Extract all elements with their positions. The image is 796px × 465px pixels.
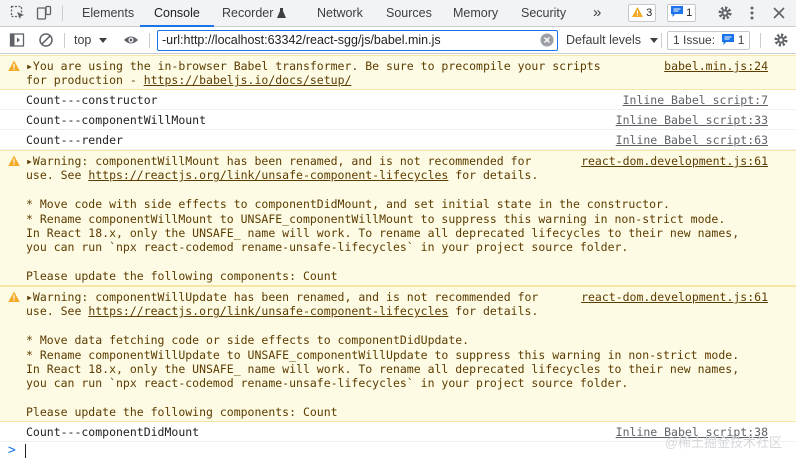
devtools-tab-bar: Elements Console Recorder Network Source…: [0, 0, 796, 27]
recorder-flask-icon: [276, 8, 286, 18]
message-line: * Rename componentWillUpdate to UNSAFE_c…: [26, 347, 740, 362]
warning-icon: [8, 291, 20, 302]
warning-icon: [8, 60, 20, 71]
message-line: Please update the following components: …: [26, 269, 338, 284]
console-settings-gear-icon[interactable]: [773, 32, 789, 48]
message-line: use. See: [26, 168, 89, 183]
more-options-icon[interactable]: [744, 5, 760, 21]
messages-badge[interactable]: 1: [667, 4, 697, 22]
console-warning: ▸You are using the in-browser Babel tran…: [0, 55, 796, 90]
message-line: you can run `npx react-codemod rename-un…: [26, 240, 629, 255]
react-lifecycles-link[interactable]: https://reactjs.org/link/unsafe-componen…: [88, 304, 448, 318]
chevron-down-icon: [649, 38, 658, 43]
message-line: * Rename componentWillMount to UNSAFE_co…: [26, 211, 726, 226]
warning-text[interactable]: ▸You are using the in-browser Babel tran…: [26, 59, 601, 88]
log-text: Count---constructor: [26, 93, 158, 107]
console-toolbar: top -url:http://localhost:63342/react-sg…: [0, 27, 796, 54]
message-line: In React 18.x, only the UNSAFE_ name wil…: [26, 226, 740, 241]
warning-icon: [8, 155, 20, 166]
log-levels-dropdown[interactable]: Default levels: [566, 33, 658, 47]
console-log: Count---constructor Inline Babel script:…: [0, 90, 796, 110]
warnings-count: 3: [646, 7, 653, 19]
toolbar-divider: [149, 33, 150, 48]
filter-input[interactable]: -url:http://localhost:63342/react-sgg/js…: [157, 30, 558, 51]
tab-network[interactable]: Network: [317, 0, 363, 26]
source-link[interactable]: babel.min.js:24: [664, 59, 768, 73]
tab-console[interactable]: Console: [140, 0, 214, 27]
tab-elements[interactable]: Elements: [82, 0, 134, 26]
message-line: * Move code with side effects to compone…: [26, 197, 670, 212]
message-line: ▸Warning: componentWillMount has been re…: [26, 154, 532, 168]
log-text: Count---componentWillMount: [26, 113, 207, 127]
clear-filter-icon[interactable]: [540, 33, 554, 50]
message-line: use. See: [26, 304, 89, 319]
tab-divider: [62, 6, 63, 21]
tab-recorder[interactable]: Recorder: [222, 0, 286, 26]
console-log: Count---render Inline Babel script:63: [0, 130, 796, 150]
tab-memory[interactable]: Memory: [453, 0, 498, 26]
warning-text[interactable]: ▸Warning: componentWillUpdate has been r…: [26, 290, 739, 420]
toggle-sidebar-icon[interactable]: [9, 32, 25, 48]
log-text: Count---render: [26, 133, 123, 147]
source-link[interactable]: react-dom.development.js:61: [581, 154, 768, 168]
eye-icon[interactable]: [123, 32, 139, 48]
inspect-element-icon[interactable]: [10, 5, 26, 21]
issue-label: 1 Issue:: [673, 33, 716, 47]
toolbar-divider: [64, 33, 65, 48]
react-lifecycles-link[interactable]: https://reactjs.org/link/unsafe-componen…: [88, 168, 448, 182]
tab-security[interactable]: Security: [521, 0, 566, 26]
levels-label: Default levels: [566, 33, 642, 47]
messages-count: 1: [686, 7, 693, 19]
message-line: for details.: [448, 304, 539, 319]
source-link[interactable]: Inline Babel script:63: [616, 133, 768, 147]
warnings-badge[interactable]: 3: [628, 4, 657, 22]
warning-text[interactable]: ▸Warning: componentWillMount has been re…: [26, 154, 739, 284]
context-selector[interactable]: top: [74, 33, 107, 47]
message-line: Please update the following components: …: [26, 405, 338, 420]
issue-count: 1: [737, 33, 745, 47]
babel-setup-link[interactable]: https://babeljs.io/docs/setup/: [144, 73, 352, 87]
console-prompt-icon: >: [8, 443, 16, 458]
source-link[interactable]: Inline Babel script:33: [616, 113, 768, 127]
watermark: @稀土掘金技术社区: [664, 435, 782, 450]
message-line: for details.: [448, 168, 539, 183]
message-line: you can run `npx react-codemod rename-un…: [26, 376, 629, 391]
console-input-caret[interactable]: [25, 444, 26, 458]
clear-console-icon[interactable]: [38, 32, 54, 48]
more-tabs-icon[interactable]: »: [593, 0, 601, 26]
warning-icon: [632, 7, 643, 17]
chevron-down-icon: [98, 38, 107, 43]
message-line: * Move data fetching code or side effect…: [26, 333, 470, 348]
console-log: Count---componentWillMount Inline Babel …: [0, 110, 796, 130]
message-line: ▸Warning: componentWillUpdate has been r…: [26, 290, 539, 304]
message-line: ▸You are using the in-browser Babel tran…: [26, 59, 601, 73]
console-warning: ▸Warning: componentWillMount has been re…: [0, 150, 796, 286]
settings-gear-icon[interactable]: [717, 5, 733, 21]
toolbar-divider: [760, 33, 761, 48]
message-icon: [671, 6, 683, 17]
message-line: for production -: [26, 73, 144, 88]
close-devtools-icon[interactable]: [771, 5, 787, 21]
tab-recorder-label: Recorder: [222, 6, 274, 20]
message-icon: [722, 34, 735, 45]
issues-button[interactable]: 1 Issue: 1: [667, 31, 751, 50]
message-line: In React 18.x, only the UNSAFE_ name wil…: [26, 362, 740, 377]
device-toolbar-icon[interactable]: [36, 5, 52, 21]
toolbar-divider: [661, 33, 662, 48]
tab-sources[interactable]: Sources: [386, 0, 432, 26]
context-label: top: [74, 33, 92, 47]
console-warning: ▸Warning: componentWillUpdate has been r…: [0, 286, 796, 422]
log-text: Count---componentDidMount: [26, 425, 200, 439]
source-link[interactable]: react-dom.development.js:61: [581, 290, 768, 304]
source-link[interactable]: Inline Babel script:7: [623, 93, 768, 107]
filter-value: -url:http://localhost:63342/react-sgg/js…: [162, 33, 441, 47]
